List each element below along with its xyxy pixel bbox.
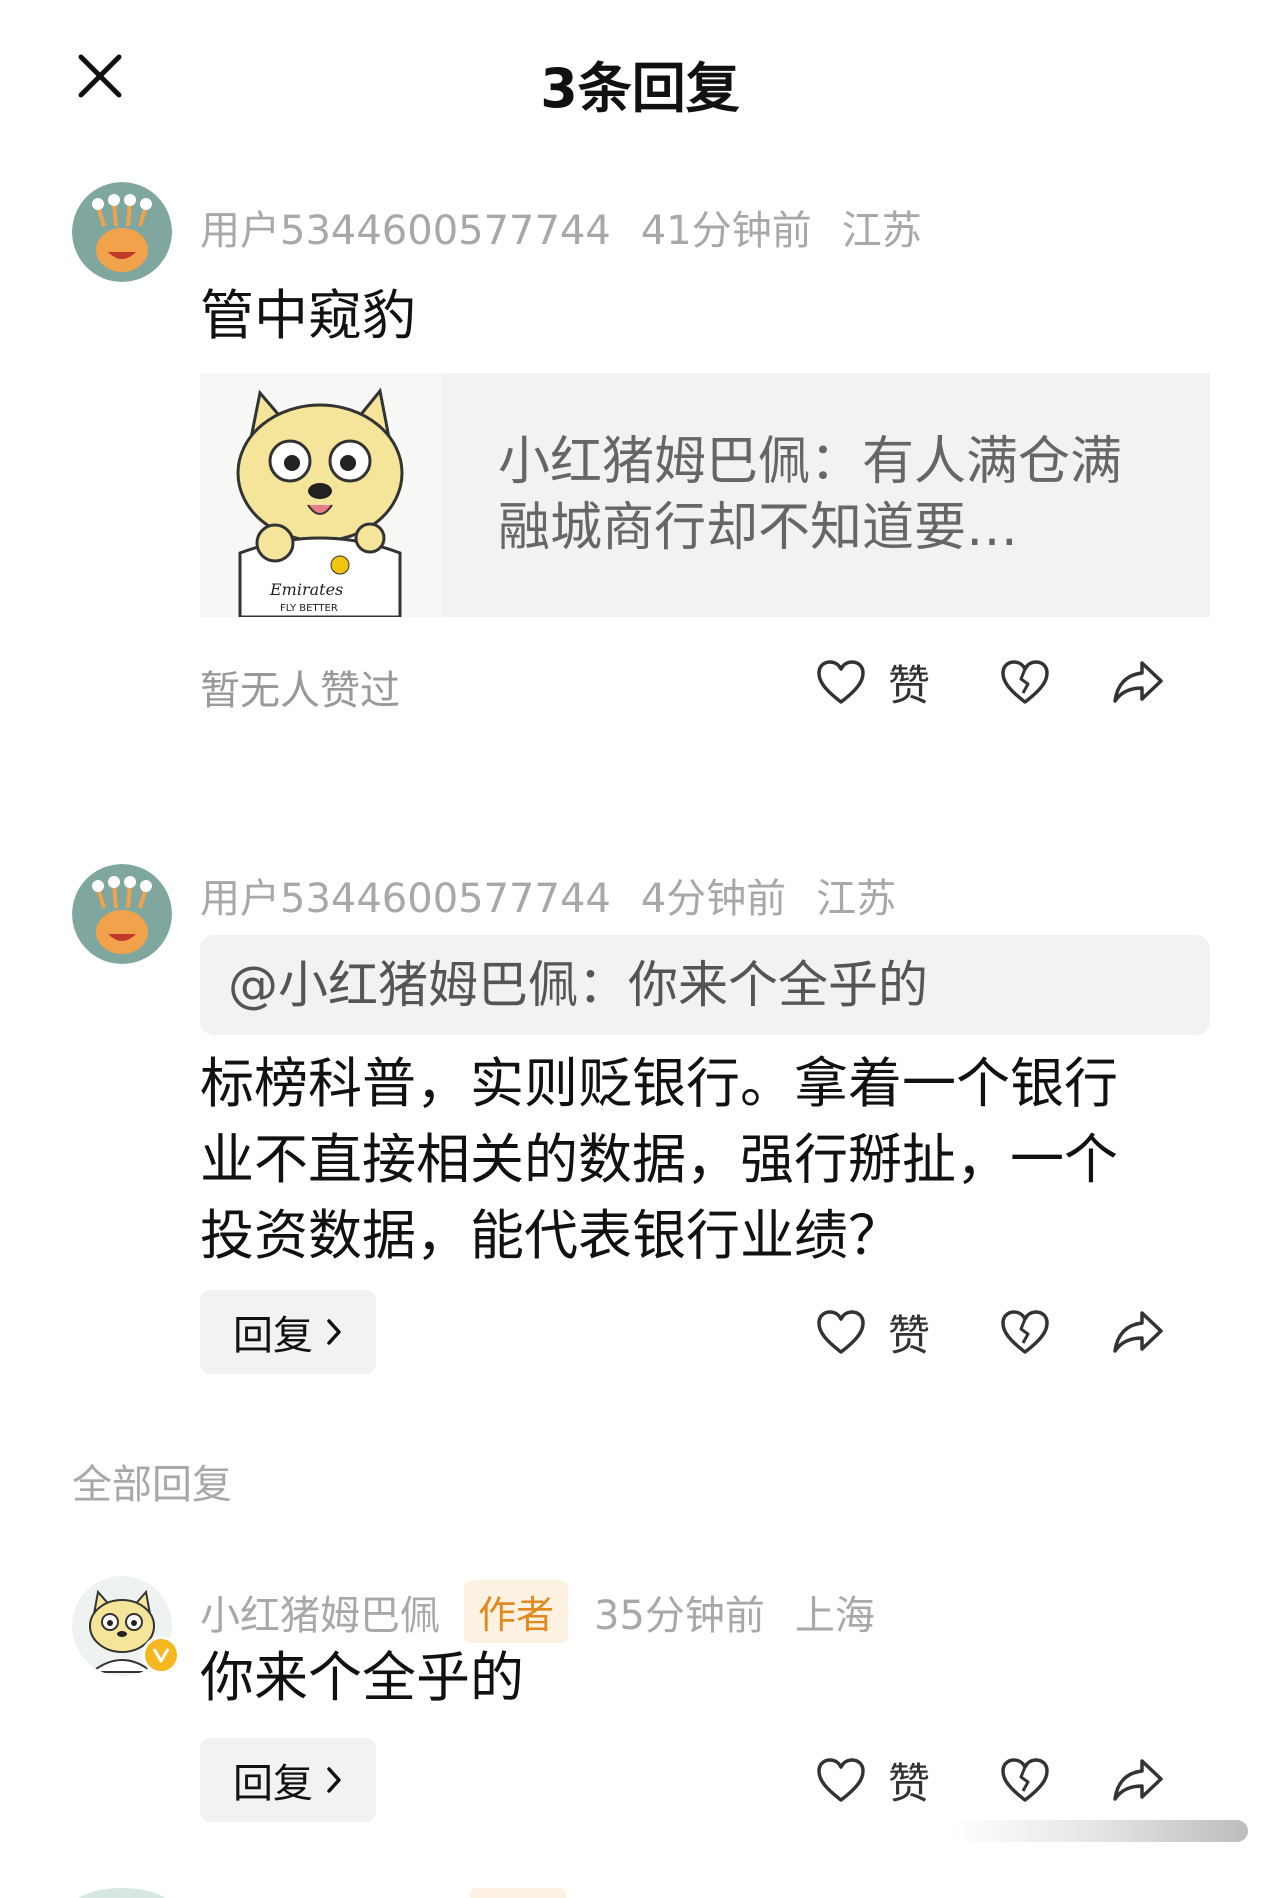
header: 3条回复 (0, 0, 1280, 160)
comment-text-line: 投资数据，能代表银行业绩？ (200, 1204, 902, 1267)
username[interactable]: 小红猪姆巴佩 (200, 1583, 440, 1641)
home-indicator (952, 1820, 1248, 1842)
like-label: 赞 (888, 660, 931, 710)
reply-button[interactable]: 回复 (200, 1290, 376, 1374)
likes-summary: 暂无人赞过 (200, 668, 400, 714)
comment-meta: 用户5344600577744 4分钟前 江苏 (200, 866, 896, 924)
linked-post-card[interactable]: Emirates FLY BETTER 小红猪姆巴佩：有人满仓满融城商行却不知道… (200, 373, 1210, 617)
comment-meta: 用户5344600577744 41分钟前 江苏 (200, 198, 922, 256)
comment-actions: 赞 (816, 1302, 1216, 1362)
quoted-reply[interactable]: @小红猪姆巴佩：你来个全乎的 (200, 935, 1210, 1035)
location: 江苏 (816, 876, 897, 922)
chevron-right-icon (327, 1767, 341, 1793)
heart-icon (817, 660, 865, 704)
broken-heart-icon (1001, 1758, 1049, 1802)
like-button[interactable]: 赞 (816, 652, 930, 713)
next-reply-avatar (72, 1888, 172, 1898)
post-thumbnail: Emirates FLY BETTER (200, 373, 442, 617)
like-button[interactable]: 赞 (816, 1750, 930, 1811)
reply-text: 你来个全乎的 (200, 1646, 524, 1709)
avatar[interactable] (72, 864, 172, 964)
timestamp: 35分钟前 (594, 1592, 765, 1639)
monster-avatar-icon (72, 864, 172, 964)
comment-text-line: 标榜科普，实则贬银行。拿着一个银行 (200, 1052, 1118, 1115)
chevron-right-icon (327, 1319, 341, 1345)
share-icon (1113, 1759, 1163, 1801)
share-icon (1113, 661, 1163, 703)
location: 上海 (794, 1592, 875, 1639)
reply-label: 回复 (233, 1761, 313, 1807)
like-label: 赞 (888, 1310, 931, 1360)
avatar[interactable] (72, 182, 172, 282)
share-button[interactable] (1112, 1757, 1164, 1803)
comment-actions: 赞 (816, 652, 1216, 712)
heart-icon (817, 1758, 865, 1802)
share-button[interactable] (1112, 1309, 1164, 1355)
heart-icon (817, 1310, 865, 1354)
svg-text:FLY BETTER: FLY BETTER (280, 603, 338, 614)
author-badge: 作者 (464, 1580, 569, 1643)
share-icon (1113, 1311, 1163, 1353)
timestamp: 4分钟前 (640, 876, 787, 922)
broken-heart-icon (1001, 660, 1049, 704)
verified-v-icon (152, 1648, 170, 1663)
comment-text: 管中窥豹 (200, 284, 416, 347)
page-title: 3条回复 (540, 57, 740, 120)
dislike-button[interactable] (1000, 659, 1050, 705)
broken-heart-icon (1001, 1310, 1049, 1354)
comment-text-line: 业不直接相关的数据，强行掰扯，一个 (200, 1128, 1118, 1191)
like-label: 赞 (888, 1758, 931, 1808)
like-button[interactable]: 赞 (816, 1302, 930, 1363)
reply-label: 回复 (233, 1313, 313, 1359)
svg-text:Emirates: Emirates (269, 580, 343, 599)
monster-avatar-icon (72, 182, 172, 282)
all-replies-label: 全部回复 (72, 1462, 232, 1508)
username[interactable]: 用户5344600577744 (200, 866, 611, 924)
location: 江苏 (841, 208, 922, 254)
verified-badge (142, 1636, 180, 1674)
reply-meta: 小红猪姆巴佩 作者 35分钟前 上海 (200, 1580, 875, 1643)
share-button[interactable] (1112, 659, 1164, 705)
timestamp: 41分钟前 (640, 208, 812, 254)
shiba-sticker-icon: Emirates FLY BETTER (200, 373, 442, 617)
next-reply-badge (470, 1888, 566, 1898)
username[interactable]: 用户5344600577744 (200, 198, 611, 256)
dislike-button[interactable] (1000, 1757, 1050, 1803)
reply-actions: 赞 (816, 1750, 1216, 1810)
reply-button[interactable]: 回复 (200, 1738, 376, 1822)
post-excerpt: 小红猪姆巴佩：有人满仓满融城商行却不知道要… (498, 432, 1123, 558)
dislike-button[interactable] (1000, 1309, 1050, 1355)
comment-text: 标榜科普，实则贬银行。拿着一个银行 业不直接相关的数据，强行掰扯，一个 投资数据… (200, 1046, 1118, 1274)
